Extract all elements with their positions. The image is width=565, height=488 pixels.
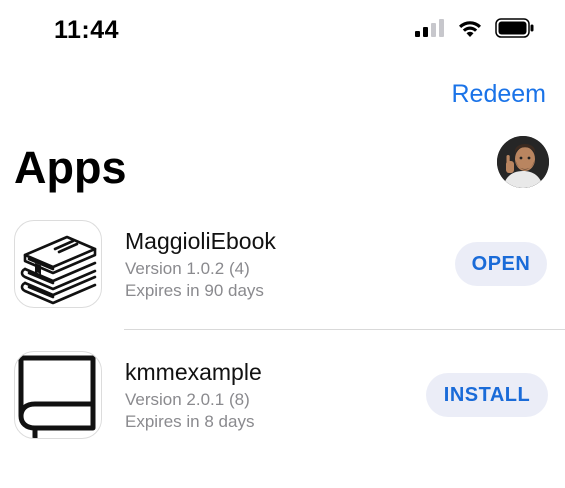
app-version: Version 2.0.1 (8): [125, 390, 250, 409]
redeem-button[interactable]: Redeem: [452, 80, 547, 109]
status-time: 11:44: [54, 16, 120, 44]
app-name: kmmexample: [125, 359, 262, 385]
app-name: MaggioliEbook: [125, 228, 276, 254]
books-stack-icon: [20, 235, 97, 305]
row-divider: [124, 329, 565, 330]
page-title: Apps: [14, 142, 127, 193]
install-button[interactable]: INSTALL: [426, 373, 548, 417]
cellular-signal-icon: [415, 19, 444, 37]
app-version: Version 1.0.2 (4): [125, 259, 250, 278]
avatar-memoji-icon: [497, 136, 549, 188]
app-icon: [14, 220, 102, 308]
account-avatar[interactable]: [497, 136, 549, 188]
app-row-maggiolliebook: MaggioliEbook Version 1.0.2 (4) Expires …: [0, 220, 565, 320]
wifi-icon: [459, 21, 481, 37]
app-icon: [14, 351, 102, 439]
battery-icon: [495, 18, 534, 38]
status-bar: 11:44: [0, 0, 565, 60]
book-icon: [18, 355, 96, 438]
status-icons: [415, 18, 535, 38]
app-expiry: Expires in 8 days: [125, 412, 255, 431]
app-row-kmmexample: kmmexample Version 2.0.1 (8) Expires in …: [0, 351, 565, 451]
open-button[interactable]: OPEN: [455, 242, 547, 286]
app-expiry: Expires in 90 days: [125, 281, 264, 300]
